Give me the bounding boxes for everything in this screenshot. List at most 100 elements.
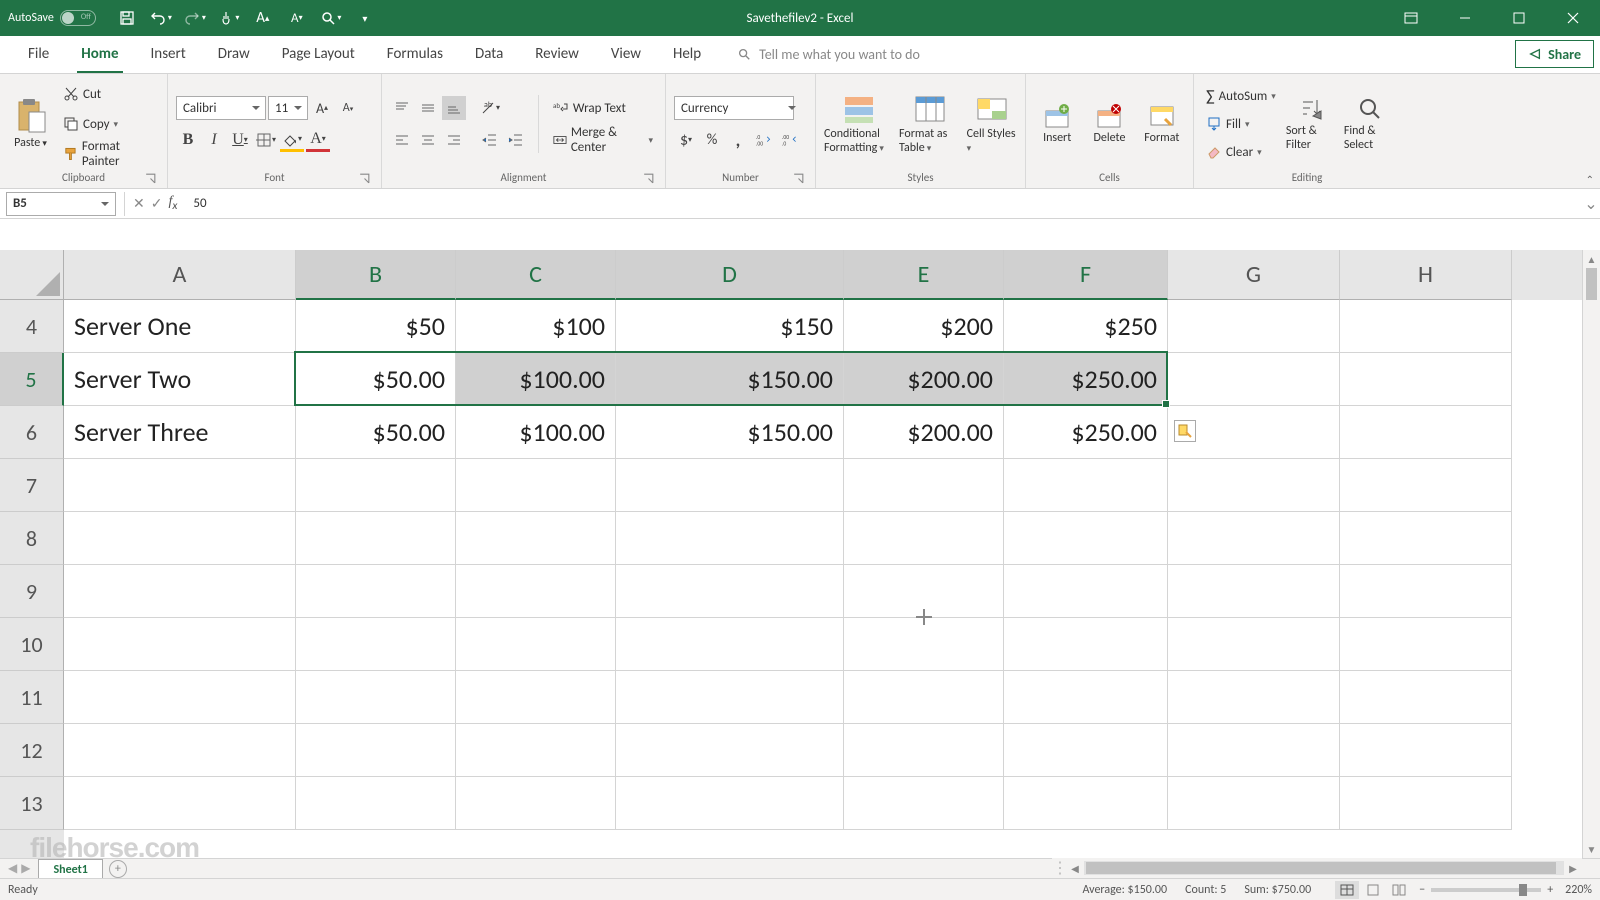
cell-E7[interactable] — [844, 459, 1004, 512]
decrease-decimal-icon[interactable]: .00.0 — [778, 128, 802, 152]
cell-H9[interactable] — [1340, 565, 1512, 618]
decrease-font-icon[interactable]: A▾ — [336, 96, 360, 120]
cell-A6[interactable]: Server Three — [64, 406, 296, 459]
cell-B11[interactable] — [296, 671, 456, 724]
align-middle-icon[interactable] — [416, 96, 440, 120]
cell-C10[interactable] — [456, 618, 616, 671]
cell-G9[interactable] — [1168, 565, 1340, 618]
cell-C5[interactable]: $100.00 — [456, 353, 616, 406]
cell-H5[interactable] — [1340, 353, 1512, 406]
worksheet-grid[interactable]: ABCDEFGH 45678910111213 Server One$50$10… — [0, 250, 1600, 858]
font-increase-icon[interactable]: A▴ — [246, 0, 280, 36]
conditional-formatting-button[interactable]: Conditional Formatting — [824, 93, 893, 155]
cell-H8[interactable] — [1340, 512, 1512, 565]
cell-E11[interactable] — [844, 671, 1004, 724]
cell-D11[interactable] — [616, 671, 844, 724]
column-header-E[interactable]: E — [844, 250, 1004, 300]
touch-mode-icon[interactable]: ▾ — [212, 0, 246, 36]
row-header-11[interactable]: 11 — [0, 671, 64, 724]
align-top-icon[interactable] — [390, 96, 414, 120]
cell-C6[interactable]: $100.00 — [456, 406, 616, 459]
cell-G13[interactable] — [1168, 777, 1340, 830]
cell-G10[interactable] — [1168, 618, 1340, 671]
autosum-button[interactable]: ∑AutoSum ▾ — [1202, 83, 1280, 109]
comma-format-icon[interactable]: , — [726, 128, 750, 152]
column-header-G[interactable]: G — [1168, 250, 1340, 300]
paste-options-tag[interactable] — [1174, 420, 1196, 442]
align-center-icon[interactable] — [416, 128, 440, 152]
horizontal-scrollbar[interactable]: ⋮◀▶ — [1052, 858, 1582, 878]
cell-C9[interactable] — [456, 565, 616, 618]
maximize-icon[interactable] — [1492, 0, 1546, 36]
cell-F10[interactable] — [1004, 618, 1168, 671]
cell-F5[interactable]: $250.00 — [1004, 353, 1168, 406]
clipboard-dialog-launcher[interactable] — [144, 172, 157, 185]
tab-insert[interactable]: Insert — [135, 35, 202, 73]
number-format-select[interactable]: Currency — [674, 96, 794, 120]
cell-D10[interactable] — [616, 618, 844, 671]
cell-F11[interactable] — [1004, 671, 1168, 724]
zoom-out-button[interactable]: − — [1419, 883, 1425, 897]
fill-button[interactable]: Fill ▾ — [1202, 111, 1280, 137]
font-dialog-launcher[interactable] — [358, 172, 371, 185]
qat-customize-icon[interactable]: ▾ — [348, 0, 382, 36]
cell-H12[interactable] — [1340, 724, 1512, 777]
cell-E4[interactable]: $200 — [844, 300, 1004, 353]
cell-E5[interactable]: $200.00 — [844, 353, 1004, 406]
autosave-toggle[interactable] — [60, 10, 96, 26]
cancel-formula-icon[interactable]: ✕ — [133, 195, 145, 212]
tab-home[interactable]: Home — [65, 35, 134, 73]
cell-H7[interactable] — [1340, 459, 1512, 512]
cell-G12[interactable] — [1168, 724, 1340, 777]
cell-D8[interactable] — [616, 512, 844, 565]
align-right-icon[interactable] — [442, 128, 466, 152]
merge-center-button[interactable]: Merge & Center ▾ — [549, 127, 657, 153]
zoom-in-button[interactable]: + — [1547, 883, 1553, 897]
minimize-icon[interactable] — [1438, 0, 1492, 36]
cell-styles-button[interactable]: Cell Styles — [967, 93, 1017, 155]
row-header-4[interactable]: 4 — [0, 300, 64, 353]
cell-B8[interactable] — [296, 512, 456, 565]
column-header-H[interactable]: H — [1340, 250, 1512, 300]
underline-icon[interactable]: U ▾ — [228, 128, 252, 152]
column-header-C[interactable]: C — [456, 250, 616, 300]
font-color-icon[interactable]: A ▾ — [306, 128, 330, 152]
cell-B6[interactable]: $50.00 — [296, 406, 456, 459]
cell-A4[interactable]: Server One — [64, 300, 296, 353]
cell-D7[interactable] — [616, 459, 844, 512]
alignment-dialog-launcher[interactable] — [642, 172, 655, 185]
cell-E8[interactable] — [844, 512, 1004, 565]
share-button[interactable]: Share — [1515, 40, 1594, 68]
align-left-icon[interactable] — [390, 128, 414, 152]
cell-E10[interactable] — [844, 618, 1004, 671]
cell-H11[interactable] — [1340, 671, 1512, 724]
cell-G8[interactable] — [1168, 512, 1340, 565]
cell-H6[interactable] — [1340, 406, 1512, 459]
vertical-scrollbar[interactable]: ▲▼ — [1582, 250, 1600, 858]
increase-font-icon[interactable]: A▴ — [310, 96, 334, 120]
normal-view-icon[interactable] — [1335, 881, 1359, 899]
tab-review[interactable]: Review — [519, 35, 595, 73]
insert-cells-button[interactable]: Insert — [1034, 103, 1080, 145]
bold-icon[interactable]: B — [176, 128, 200, 152]
cell-A7[interactable] — [64, 459, 296, 512]
formula-input[interactable]: 50 — [181, 196, 1582, 211]
column-header-D[interactable]: D — [616, 250, 844, 300]
row-header-8[interactable]: 8 — [0, 512, 64, 565]
tell-me-search[interactable]: Tell me what you want to do — [737, 35, 920, 73]
row-header-12[interactable]: 12 — [0, 724, 64, 777]
cell-C7[interactable] — [456, 459, 616, 512]
close-icon[interactable] — [1546, 0, 1600, 36]
font-decrease-icon[interactable]: A▾ — [280, 0, 314, 36]
cell-B4[interactable]: $50 — [296, 300, 456, 353]
cell-D9[interactable] — [616, 565, 844, 618]
format-as-table-button[interactable]: Format as Table — [899, 93, 961, 155]
cell-D13[interactable] — [616, 777, 844, 830]
tab-page-layout[interactable]: Page Layout — [266, 35, 371, 73]
cell-G7[interactable] — [1168, 459, 1340, 512]
cell-A11[interactable] — [64, 671, 296, 724]
cell-F12[interactable] — [1004, 724, 1168, 777]
cell-B10[interactable] — [296, 618, 456, 671]
cell-E6[interactable]: $200.00 — [844, 406, 1004, 459]
cell-B9[interactable] — [296, 565, 456, 618]
